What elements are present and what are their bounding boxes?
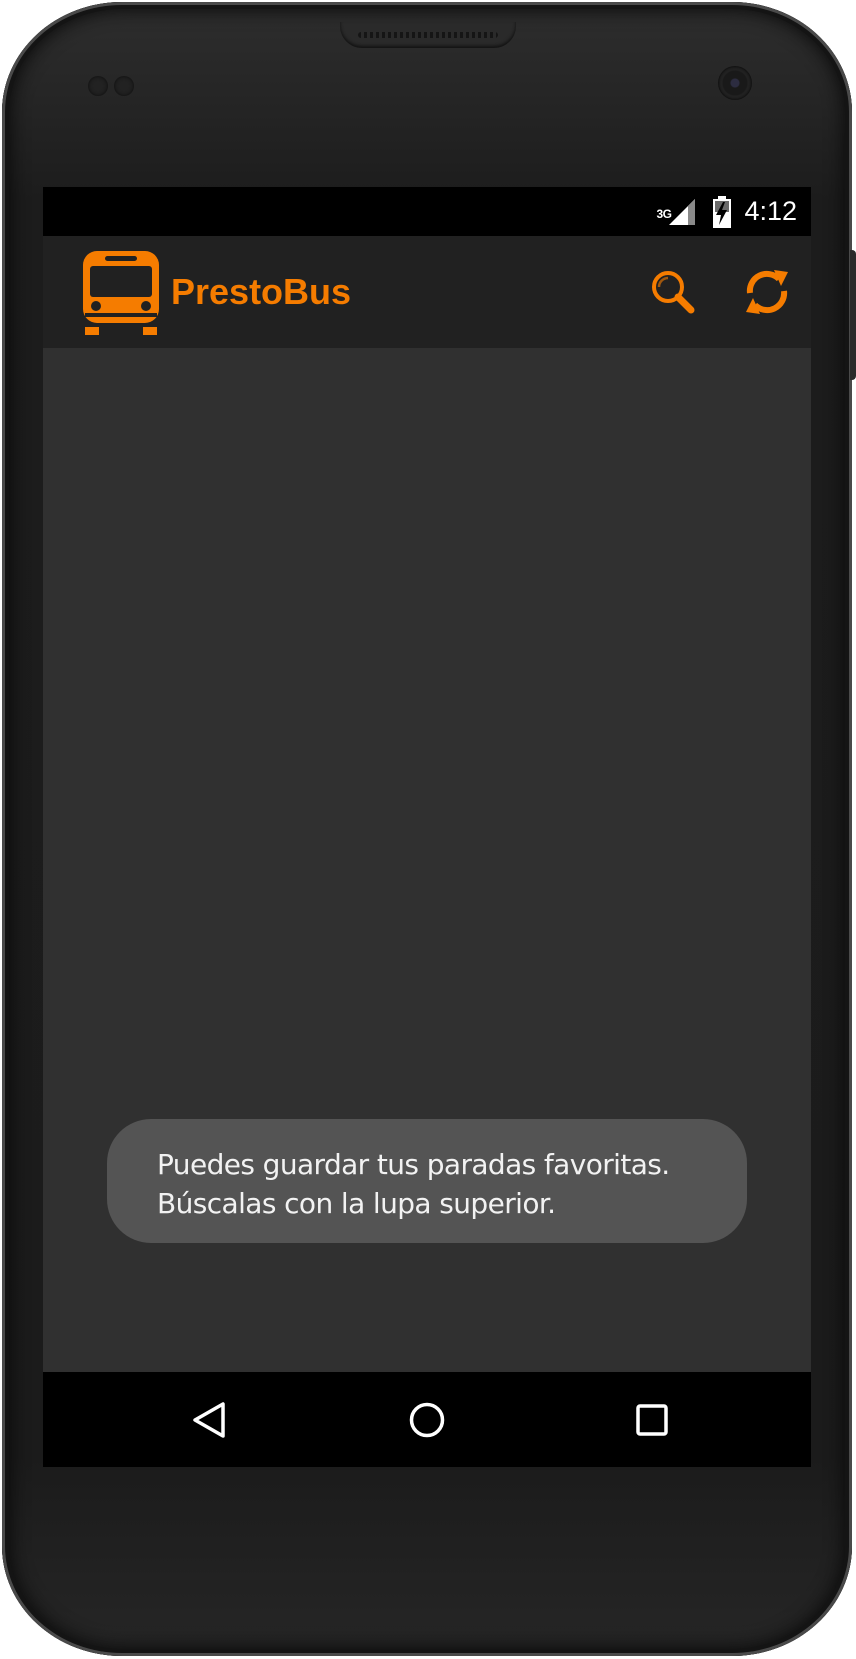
toast-line-2: Búscalas con la lupa superior. — [157, 1187, 556, 1220]
recents-button[interactable] — [617, 1390, 687, 1450]
search-button[interactable] — [643, 262, 703, 322]
back-button[interactable] — [175, 1390, 245, 1450]
home-button[interactable] — [392, 1390, 462, 1450]
refresh-button[interactable] — [737, 262, 797, 322]
front-camera — [718, 66, 752, 100]
search-icon — [652, 271, 695, 314]
refresh-icon — [746, 270, 788, 314]
toast-line-1: Puedes guardar tus paradas favoritas. — [157, 1148, 670, 1181]
status-bar: 3G 4:12 — [43, 187, 811, 236]
signal-indicator: 3G — [656, 197, 696, 227]
toast-message: Puedes guardar tus paradas favoritas. Bú… — [107, 1119, 747, 1243]
earpiece-speaker — [340, 22, 516, 48]
home-icon — [409, 1402, 445, 1438]
recents-icon — [636, 1404, 668, 1436]
signal-icon — [669, 198, 696, 225]
status-clock: 4:12 — [744, 196, 797, 226]
battery-charging-icon — [713, 195, 732, 228]
app-title: PrestoBus — [171, 271, 352, 312]
power-button — [850, 250, 856, 380]
navigation-bar — [43, 1372, 811, 1467]
light-sensor — [114, 76, 134, 96]
status-icons: 3G 4:12 — [656, 187, 797, 236]
back-icon — [193, 1402, 225, 1438]
proximity-sensor — [88, 76, 108, 96]
app-bar: PrestoBus — [43, 236, 811, 348]
bus-icon — [83, 251, 159, 335]
screen: 3G 4:12 PrestoBus Puedes guardar tus par… — [43, 187, 811, 1467]
